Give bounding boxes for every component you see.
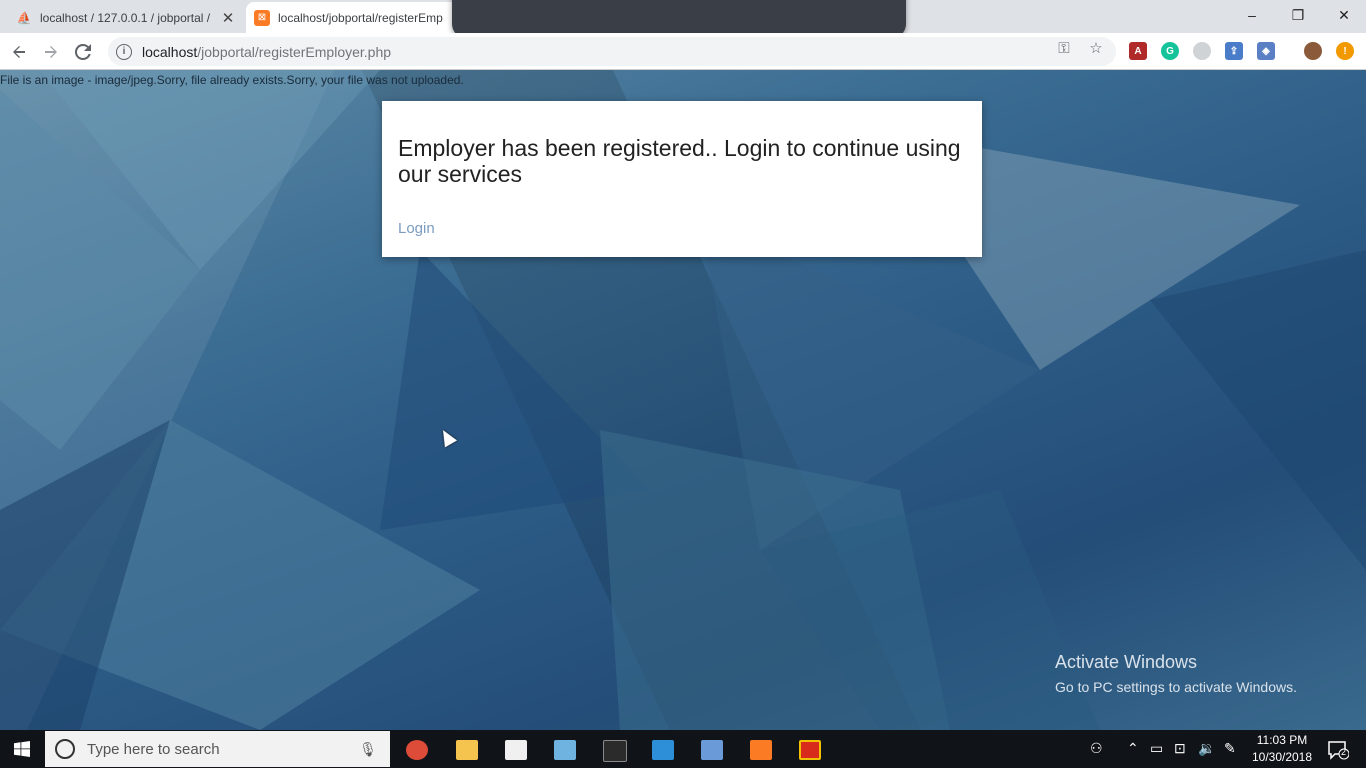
filezilla-taskbar-icon[interactable] (799, 740, 821, 760)
cube-extension-icon[interactable]: ◈ (1257, 42, 1275, 60)
people-icon[interactable]: ⚇ (1090, 740, 1103, 757)
microphone-icon[interactable]: 🎙 (358, 741, 378, 758)
key-icon[interactable]: ⚿ (1055, 39, 1073, 57)
chevron-up-icon[interactable]: ⌃ (1127, 740, 1139, 757)
app-taskbar-icon[interactable] (554, 740, 576, 760)
grammarly-extension-icon[interactable]: G (1161, 42, 1179, 60)
update-alert-icon[interactable]: ! (1336, 42, 1354, 60)
avatar[interactable] (1304, 42, 1322, 60)
upload-status-message: File is an image - image/jpeg.Sorry, fil… (0, 73, 464, 87)
url-text[interactable]: localhost/jobportal/registerEmployer.php (142, 44, 391, 60)
minimize-button[interactable]: – (1229, 0, 1275, 30)
address-bar[interactable]: i localhost/jobportal/registerEmployer.p… (108, 37, 1116, 66)
login-link[interactable]: Login (398, 220, 435, 237)
pen-icon[interactable]: ✎ (1224, 740, 1236, 757)
restore-button[interactable]: ❐ (1275, 0, 1321, 30)
upload-extension-icon[interactable]: ⇪ (1225, 42, 1243, 60)
tab-phpmyadmin[interactable]: ⛵ localhost / 127.0.0.1 / jobportal / ✕ (8, 2, 244, 33)
close-window-button[interactable]: ✕ (1321, 0, 1366, 30)
notification-count: 2 (1341, 747, 1347, 757)
xampp-favicon-icon: ⊠ (254, 9, 270, 26)
pdf-extension-icon[interactable]: A (1129, 42, 1147, 60)
notification-icon[interactable]: 2 (1327, 740, 1350, 760)
tab-strip: ⛵ localhost / 127.0.0.1 / jobportal / ✕ … (0, 0, 1366, 38)
back-icon[interactable] (4, 33, 34, 70)
page-content: File is an image - image/jpeg.Sorry, fil… (0, 70, 1366, 730)
browser-chrome: ⛵ localhost / 127.0.0.1 / jobportal / ✕ … (0, 0, 1366, 70)
info-icon[interactable]: i (116, 43, 132, 60)
virtualbox-taskbar-icon[interactable] (701, 740, 723, 760)
registration-success-dialog: Employer has been registered.. Login to … (382, 101, 982, 257)
network-icon[interactable]: ⊡ (1174, 740, 1186, 757)
tab-title: localhost / 127.0.0.1 / jobportal / (40, 10, 211, 25)
taskbar-clock[interactable]: 11:03 PM 10/30/2018 (1250, 732, 1314, 766)
terminal-taskbar-icon[interactable] (603, 740, 627, 762)
url-path: /jobportal/registerEmployer.php (197, 43, 392, 60)
activate-subtext: Go to PC settings to activate Windows. (1055, 679, 1297, 695)
dialog-title: Employer has been registered.. Login to … (398, 135, 961, 187)
tab-register-employer[interactable]: ⊠ localhost/jobportal/registerEmp (246, 2, 476, 33)
url-host: localhost (142, 43, 198, 60)
file-explorer-taskbar-icon[interactable] (456, 740, 478, 760)
chrome-taskbar-icon[interactable] (406, 740, 428, 760)
outlook-taskbar-icon[interactable] (652, 740, 674, 760)
reload-icon[interactable] (68, 33, 98, 70)
circle-extension-icon[interactable] (1193, 42, 1211, 60)
search-placeholder: Type here to search (87, 740, 220, 758)
windows-start-icon[interactable] (0, 730, 44, 768)
clock-time: 11:03 PM (1256, 733, 1308, 747)
volume-icon[interactable]: 🔉 (1198, 740, 1215, 757)
battery-icon[interactable]: ▭ (1150, 740, 1163, 757)
xampp-taskbar-icon[interactable] (750, 740, 772, 760)
forward-icon[interactable] (36, 33, 66, 70)
activate-windows-watermark: Activate Windows Go to PC settings to ac… (1055, 652, 1297, 695)
search-circle-icon (55, 739, 75, 759)
star-icon[interactable]: ☆ (1087, 39, 1105, 57)
activate-heading: Activate Windows (1055, 652, 1198, 672)
clock-date: 10/30/2018 (1251, 750, 1313, 764)
phpmyadmin-favicon-icon: ⛵ (16, 10, 32, 25)
taskbar-search-box[interactable]: Type here to search 🎙 (45, 731, 390, 767)
sticky-notes-taskbar-icon[interactable] (505, 740, 527, 760)
tab-title: localhost/jobportal/registerEmp (278, 10, 443, 25)
close-tab-icon[interactable]: ✕ (220, 9, 236, 27)
